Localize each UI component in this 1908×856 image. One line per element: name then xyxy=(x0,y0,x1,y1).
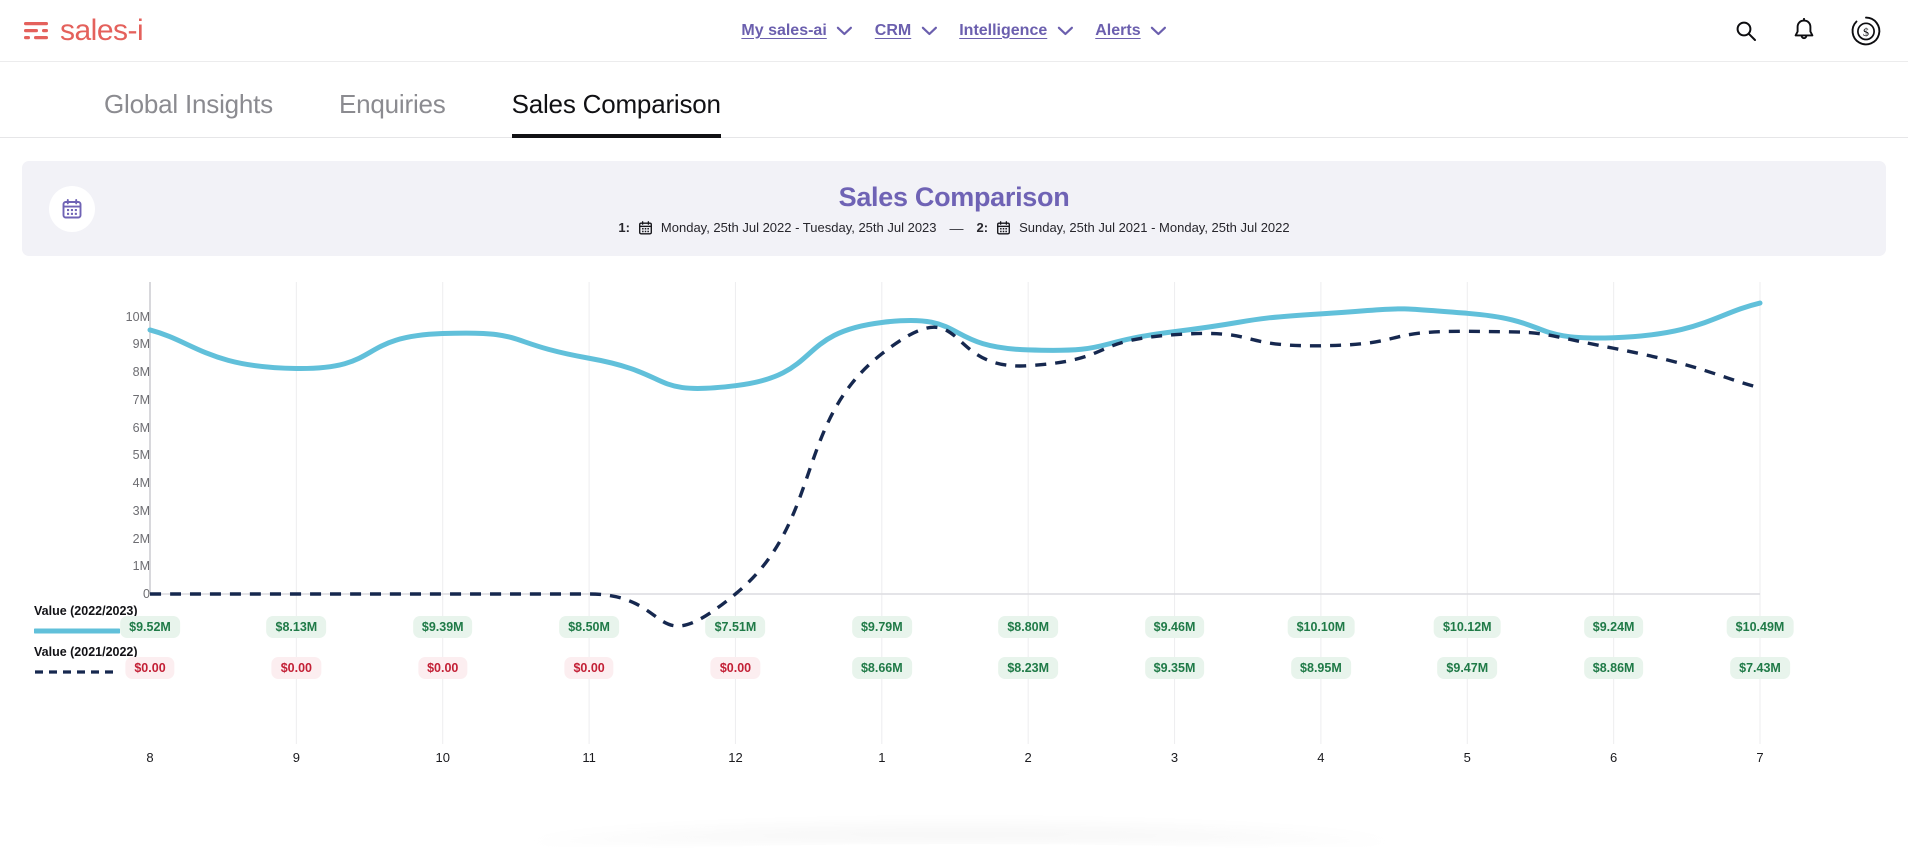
nav-item-intelligence[interactable]: Intelligence xyxy=(959,22,1073,40)
legend-label-0: Value (2022/2023) xyxy=(34,604,138,618)
nav-item-alerts[interactable]: Alerts xyxy=(1095,22,1166,40)
value-label: $10.10M xyxy=(1288,616,1355,638)
value-label: $10.12M xyxy=(1434,616,1501,638)
value-label: $9.79M xyxy=(852,616,912,638)
hamburger-icon[interactable] xyxy=(24,20,50,42)
value-label: $8.23M xyxy=(998,657,1058,679)
value-label: $8.66M xyxy=(852,657,912,679)
legend-label-1: Value (2021/2022) xyxy=(34,645,138,659)
y-axis-tick-label: 2M xyxy=(133,532,150,546)
search-icon[interactable] xyxy=(1734,19,1758,43)
value-label: $0.00 xyxy=(564,657,613,679)
brand-logo[interactable]: sales-i xyxy=(24,16,143,46)
date-range-2[interactable]: 2: Sunday, 25th Jul 2021 - Monday, 25th … xyxy=(977,220,1290,236)
y-axis-tick-label: 9M xyxy=(133,337,150,351)
value-label: $9.39M xyxy=(413,616,473,638)
x-axis-tick-label: 2 xyxy=(1025,750,1032,765)
value-label: $8.13M xyxy=(267,616,327,638)
value-label: $8.80M xyxy=(998,616,1058,638)
tab-bar: Global Insights Enquiries Sales Comparis… xyxy=(0,62,1908,138)
value-label: $0.00 xyxy=(418,657,467,679)
legend-swatch-0 xyxy=(34,622,120,640)
nav-item-label: My sales-ai xyxy=(741,22,826,40)
value-label: $9.47M xyxy=(1437,657,1497,679)
value-label: $0.00 xyxy=(125,657,174,679)
date-range-2-text: Sunday, 25th Jul 2021 - Monday, 25th Jul… xyxy=(1019,220,1290,235)
y-axis-tick-label: 1M xyxy=(133,559,150,573)
y-axis-tick-label: 3M xyxy=(133,504,150,518)
chevron-down-icon[interactable] xyxy=(1151,26,1167,36)
nav-item-label: Alerts xyxy=(1095,22,1140,40)
y-axis-tick-label: 5M xyxy=(133,448,150,462)
x-axis-tick-label: 8 xyxy=(146,750,153,765)
value-label: $0.00 xyxy=(272,657,321,679)
x-axis-tick-label: 6 xyxy=(1610,750,1617,765)
report-header-banner: Sales Comparison 1: Monday, 25th Jul 202… xyxy=(22,161,1886,256)
x-axis-tick-label: 10 xyxy=(435,750,449,765)
value-label: $9.24M xyxy=(1584,616,1644,638)
y-axis-tick-label: 7M xyxy=(133,393,150,407)
value-label: $9.46M xyxy=(1145,616,1205,638)
top-navigation-bar: sales-i My sales-ai CRM Intelligence Ale… xyxy=(0,0,1908,62)
notification-bell-icon[interactable] xyxy=(1792,18,1816,44)
tab-global-insights[interactable]: Global Insights xyxy=(104,89,273,138)
chevron-down-icon[interactable] xyxy=(1057,26,1073,36)
date-range-2-index: 2: xyxy=(977,220,989,235)
calendar-icon xyxy=(638,220,653,236)
top-bar-icons: $ xyxy=(1734,15,1882,47)
nav-item-my-sales-ai[interactable]: My sales-ai xyxy=(741,22,852,40)
x-axis-tick-label: 7 xyxy=(1756,750,1763,765)
date-range-1[interactable]: 1: Monday, 25th Jul 2022 - Tuesday, 25th… xyxy=(618,220,936,236)
date-range-1-index: 1: xyxy=(618,220,630,235)
y-axis-tick-label: 8M xyxy=(133,365,150,379)
svg-text:$: $ xyxy=(1863,25,1869,39)
x-axis-tick-label: 5 xyxy=(1464,750,1471,765)
y-axis-tick-label: 4M xyxy=(133,476,150,490)
series-line-1 xyxy=(150,327,1760,626)
y-axis-tick-label: 0 xyxy=(143,587,150,601)
x-axis-tick-label: 11 xyxy=(582,750,596,765)
dollar-circle-icon[interactable]: $ xyxy=(1850,15,1882,47)
series-line-0 xyxy=(150,303,1760,388)
value-label: $8.86M xyxy=(1584,657,1644,679)
tab-sales-comparison[interactable]: Sales Comparison xyxy=(512,89,721,138)
chevron-down-icon[interactable] xyxy=(837,26,853,36)
value-label: $8.50M xyxy=(559,616,619,638)
x-axis-tick-label: 9 xyxy=(293,750,300,765)
value-label: $10.49M xyxy=(1727,616,1794,638)
legend-swatch-1 xyxy=(34,663,120,681)
x-axis-tick-label: 1 xyxy=(878,750,885,765)
value-label: $7.51M xyxy=(706,616,766,638)
value-label: $8.95M xyxy=(1291,657,1351,679)
sales-comparison-chart: 10M9M8M7M6M5M4M3M2M1M0 891011121234567 V… xyxy=(0,272,1908,856)
x-axis-tick-label: 3 xyxy=(1171,750,1178,765)
x-axis-tick-label: 12 xyxy=(728,750,742,765)
tab-enquiries[interactable]: Enquiries xyxy=(339,89,446,138)
chart-plot-area xyxy=(0,272,1908,856)
value-label: $0.00 xyxy=(711,657,760,679)
calendar-icon xyxy=(996,220,1011,236)
x-axis-tick-label: 4 xyxy=(1317,750,1324,765)
nav-item-label: Intelligence xyxy=(959,22,1047,40)
main-nav: My sales-ai CRM Intelligence Alerts xyxy=(741,22,1166,40)
value-label: $9.52M xyxy=(120,616,180,638)
range-separator: — xyxy=(946,220,968,236)
value-label: $7.43M xyxy=(1730,657,1790,679)
date-range-1-text: Monday, 25th Jul 2022 - Tuesday, 25th Ju… xyxy=(661,220,937,235)
brand-name: sales-i xyxy=(60,16,143,46)
date-range-summary: 1: Monday, 25th Jul 2022 - Tuesday, 25th… xyxy=(22,220,1886,236)
y-axis-tick-label: 6M xyxy=(133,421,150,435)
page-title: Sales Comparison xyxy=(22,182,1886,213)
chevron-down-icon[interactable] xyxy=(921,26,937,36)
y-axis-tick-label: 10M xyxy=(126,310,150,324)
banner-center-content: Sales Comparison 1: Monday, 25th Jul 202… xyxy=(22,182,1886,236)
value-label: $9.35M xyxy=(1145,657,1205,679)
nav-item-crm[interactable]: CRM xyxy=(875,22,937,40)
nav-item-label: CRM xyxy=(875,22,911,40)
y-axis: 10M 9M 8M 7M 6M 5M 4M 3M 2M 1M 0 xyxy=(96,272,150,856)
